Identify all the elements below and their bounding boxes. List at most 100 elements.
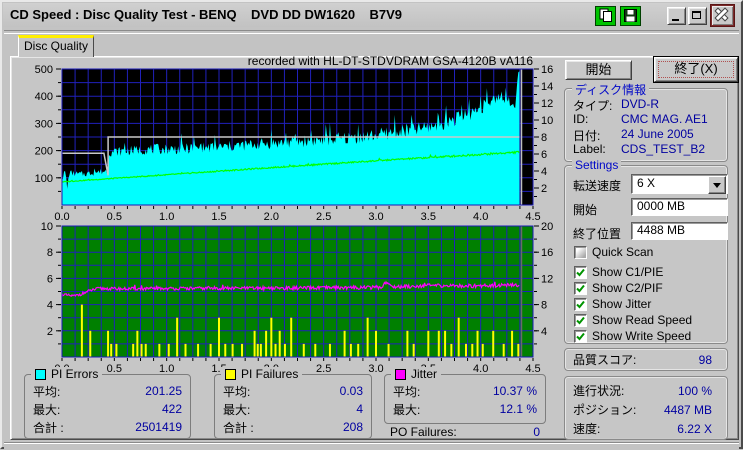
po-failures-value: 0 — [533, 425, 540, 439]
svg-text:recorded with HL-DT-STDVDRAM G: recorded with HL-DT-STDVDRAM GSA-4120B v… — [248, 56, 534, 68]
disc-info-group: ディスク情報 タイプ:DVD-RID:CMC MAG. AE1日付:24 Jun… — [564, 88, 728, 162]
quality-score-value: 98 — [699, 353, 712, 367]
po-failures-label: PO Failures: — [390, 425, 457, 439]
pi-failures-panel: PI Failures 平均:0.03最大:4合計 :208 — [214, 374, 372, 439]
chevron-down-icon — [713, 183, 721, 192]
checkbox-label-show-jitter: Show Jitter — [592, 297, 651, 311]
checkbox-row-show-c2-pif: Show C2/PIF — [574, 281, 663, 295]
checkbox-show-write-speed[interactable] — [574, 330, 587, 343]
titlebar: CD Speed : Disc Quality Test - BENQ DVD … — [3, 3, 740, 27]
checkbox-show-jitter[interactable] — [574, 298, 587, 311]
progress-row: ポジション:4487 MB — [573, 400, 712, 419]
svg-text:1.5: 1.5 — [211, 211, 226, 222]
stat-row: 平均:201.25 — [33, 382, 182, 400]
checkbox-show-read-speed[interactable] — [574, 314, 587, 327]
svg-text:6: 6 — [47, 273, 53, 285]
svg-text:3.0: 3.0 — [368, 363, 383, 374]
svg-text:4.5: 4.5 — [525, 211, 540, 222]
stat-row: 合計 :208 — [223, 418, 363, 436]
checkbox-label-show-c1-pie: Show C1/PIE — [592, 265, 663, 279]
svg-text:3.5: 3.5 — [421, 211, 436, 222]
quality-score-group: 品質スコア: 98 — [564, 348, 728, 371]
svg-text:400: 400 — [35, 91, 53, 103]
start-button[interactable]: 開始 — [565, 60, 632, 80]
progress-row: 進行状況:100 % — [573, 381, 712, 400]
svg-text:4.0: 4.0 — [473, 211, 488, 222]
exit-button[interactable]: 終了(X) — [654, 57, 738, 82]
start-position-field[interactable]: 0000 MB — [631, 198, 728, 216]
transfer-speed-label: 転送速度 — [573, 177, 621, 194]
checkbox-row-show-write-speed: Show Write Speed — [574, 329, 691, 343]
jitter-panel: Jitter 平均:10.37 %最大:12.1 % — [384, 374, 546, 424]
checkbox-quick-scan[interactable] — [574, 246, 587, 259]
info-row: ID:CMC MAG. AE1 — [573, 112, 721, 127]
svg-text:12: 12 — [541, 98, 553, 110]
svg-text:0.5: 0.5 — [107, 363, 122, 374]
app-window: CD Speed : Disc Quality Test - BENQ DVD … — [0, 0, 743, 449]
pi-failures-legend-label: PI Failures — [241, 367, 298, 381]
pi-errors-legend-swatch — [35, 369, 46, 380]
svg-text:2: 2 — [47, 326, 53, 338]
stat-row: 合計 :2501419 — [33, 418, 182, 436]
svg-text:200: 200 — [35, 146, 53, 158]
save-icon — [624, 9, 637, 22]
info-row: Label:CDS_TEST_B2 — [573, 142, 721, 157]
stat-row: 平均:0.03 — [223, 382, 363, 400]
svg-text:100: 100 — [35, 173, 53, 185]
end-position-field[interactable]: 4488 MB — [631, 222, 728, 240]
top-chart: 0.0 0.5 1.0 1.5 2.0 2.5 3.0 3.5 4.0 4.5 500 400 300 2… — [10, 56, 558, 222]
end-position-label: 終了位置 — [573, 225, 621, 242]
svg-text:16: 16 — [541, 247, 553, 259]
svg-text:20: 20 — [541, 222, 553, 233]
svg-text:1.0: 1.0 — [159, 211, 174, 222]
svg-text:2.5: 2.5 — [316, 211, 331, 222]
pi-errors-panel: PI Errors 平均:201.25最大:422合計 :2501419 — [24, 374, 191, 439]
tab-label: Disc Quality — [24, 39, 88, 53]
svg-text:6: 6 — [541, 149, 547, 161]
svg-text:0.5: 0.5 — [107, 211, 122, 222]
settings-caption: Settings — [572, 158, 621, 172]
checkbox-row-show-read-speed: Show Read Speed — [574, 313, 692, 327]
stat-row: 平均:10.37 % — [393, 382, 537, 400]
minimize-icon — [672, 19, 679, 21]
checkbox-label-show-read-speed: Show Read Speed — [592, 313, 692, 327]
maximize-button[interactable] — [688, 7, 707, 25]
stat-row: 最大:4 — [223, 400, 363, 418]
svg-text:10: 10 — [41, 222, 53, 233]
save-button[interactable] — [620, 6, 641, 26]
svg-text:2.0: 2.0 — [264, 211, 279, 222]
svg-text:14: 14 — [541, 81, 553, 93]
progress-row: 速度:6.22 X — [573, 419, 712, 438]
svg-text:10: 10 — [541, 115, 553, 127]
disc-info-caption: ディスク情報 — [572, 81, 649, 98]
checkbox-label-quick-scan: Quick Scan — [592, 245, 653, 259]
jitter-legend-swatch — [395, 369, 406, 380]
start-position-label: 開始 — [573, 201, 597, 218]
svg-text:1.0: 1.0 — [159, 363, 174, 374]
svg-text:3.0: 3.0 — [368, 211, 383, 222]
bottom-chart: 0.00.51.01.52.02.53.03.54.04.51086422016… — [10, 222, 558, 374]
minimize-button[interactable] — [667, 7, 686, 25]
svg-text:500: 500 — [35, 64, 53, 76]
info-row: 日付:24 June 2005 — [573, 127, 721, 142]
tab-disc-quality[interactable]: Disc Quality — [18, 35, 94, 57]
svg-text:4: 4 — [541, 326, 547, 338]
svg-text:4.0: 4.0 — [473, 363, 488, 374]
close-button[interactable] — [711, 5, 734, 26]
checkbox-label-show-c2-pif: Show C2/PIF — [592, 281, 663, 295]
copy-icon — [599, 8, 613, 23]
copy-button[interactable] — [595, 6, 616, 26]
progress-group: 進行状況:100 %ポジション:4487 MB速度:6.22 X — [564, 376, 728, 440]
svg-text:4.5: 4.5 — [525, 363, 540, 374]
svg-text:8: 8 — [47, 247, 53, 259]
titlebar-buttons — [595, 5, 734, 26]
svg-text:2.5: 2.5 — [316, 363, 331, 374]
po-failures-row: PO Failures: 0 — [390, 425, 540, 439]
svg-text:12: 12 — [541, 273, 553, 285]
svg-text:0.0: 0.0 — [54, 211, 69, 222]
dropdown-arrow-button[interactable] — [708, 176, 726, 194]
checkbox-show-c2-pif[interactable] — [574, 282, 587, 295]
svg-text:300: 300 — [35, 118, 53, 130]
checkbox-show-c1-pie[interactable] — [574, 266, 587, 279]
transfer-speed-select[interactable]: 6 X — [631, 174, 728, 194]
